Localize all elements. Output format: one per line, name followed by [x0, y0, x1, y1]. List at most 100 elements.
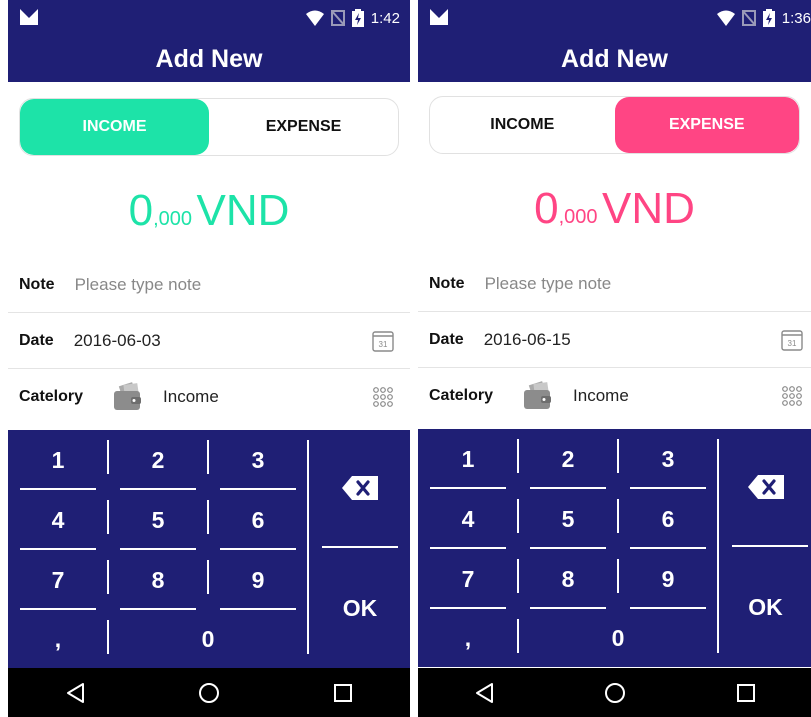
key-5[interactable]: 5 — [108, 490, 208, 550]
date-label: Date — [19, 331, 54, 349]
category-label: Catelory — [19, 387, 84, 405]
key-2[interactable]: 2 — [108, 430, 208, 490]
key-6[interactable]: 6 — [208, 490, 308, 550]
category-row[interactable]: Catelory Income — [8, 369, 410, 424]
key-8[interactable]: 8 — [108, 550, 208, 610]
nav-back-button[interactable] — [469, 678, 499, 708]
note-input[interactable]: Please type note — [485, 274, 612, 294]
key-5[interactable]: 5 — [518, 489, 618, 549]
key-3[interactable]: 3 — [208, 430, 308, 490]
nav-home-icon — [199, 682, 219, 703]
nav-back-button[interactable] — [60, 678, 90, 708]
nav-back-icon — [475, 682, 493, 703]
app-logo-icon — [20, 9, 38, 25]
note-label: Note — [429, 274, 465, 292]
expense-tab[interactable]: EXPENSE — [209, 99, 398, 155]
date-value[interactable]: 2016-06-15 — [484, 330, 571, 350]
nav-back-icon — [67, 682, 84, 703]
screen-income: 1:42 Add New INCOME EXPENSE 0,000 VND No… — [8, 0, 410, 717]
backspace-icon — [342, 476, 378, 500]
amount-display: 0,000 VND — [418, 184, 811, 234]
status-bar: 1:42 — [8, 0, 410, 36]
key-0[interactable]: 0 — [518, 609, 718, 667]
grid-icon[interactable] — [781, 385, 803, 407]
ok-button[interactable]: OK — [720, 547, 811, 667]
key-4[interactable]: 4 — [8, 490, 108, 550]
income-tab[interactable]: INCOME — [20, 99, 209, 155]
screen-expense: 1:36 Add New INCOME EXPENSE 0,000 VND No… — [418, 0, 811, 717]
wallet-icon — [524, 380, 552, 409]
battery-charging-icon — [762, 9, 775, 27]
note-input[interactable]: Please type note — [75, 275, 202, 295]
backspace-button[interactable] — [720, 429, 811, 545]
page-title: Add New — [418, 36, 811, 82]
svg-text:31: 31 — [379, 340, 388, 349]
amount-value: 0 — [534, 184, 559, 233]
amount-suffix: ,000 — [153, 208, 193, 230]
calendar-icon[interactable]: 31 — [372, 330, 394, 352]
wifi-icon — [716, 10, 735, 26]
calendar-icon[interactable]: 31 — [781, 329, 803, 351]
grid-icon[interactable] — [372, 386, 394, 408]
note-label: Note — [19, 275, 55, 293]
numeric-keypad: 1 2 3 4 5 6 7 8 9 , 0 OK — [418, 429, 811, 667]
key-1[interactable]: 1 — [8, 430, 108, 490]
nav-recents-icon — [334, 683, 352, 702]
key-9[interactable]: 9 — [618, 549, 718, 609]
key-comma[interactable]: , — [418, 609, 518, 667]
numeric-keypad: 1 2 3 4 5 6 7 8 9 , 0 OK — [8, 430, 410, 668]
nav-recents-icon — [736, 683, 755, 702]
key-6[interactable]: 6 — [618, 489, 718, 549]
key-3[interactable]: 3 — [618, 429, 718, 489]
wifi-icon — [305, 10, 324, 26]
amount-suffix: ,000 — [558, 206, 598, 228]
note-row[interactable]: Note Please type note — [8, 257, 410, 313]
key-8[interactable]: 8 — [518, 549, 618, 609]
type-toggle: INCOME EXPENSE — [19, 98, 399, 156]
income-tab[interactable]: INCOME — [430, 97, 615, 153]
date-label: Date — [429, 330, 464, 348]
date-row[interactable]: Date 2016-06-15 31 — [418, 312, 811, 368]
key-2[interactable]: 2 — [518, 429, 618, 489]
battery-charging-icon — [351, 9, 364, 27]
date-value[interactable]: 2016-06-03 — [74, 331, 161, 351]
system-navbar — [8, 668, 410, 717]
key-comma[interactable]: , — [8, 610, 108, 668]
amount-currency: VND — [196, 186, 290, 235]
wallet-icon — [114, 381, 142, 410]
note-row[interactable]: Note Please type note — [418, 256, 811, 312]
category-value[interactable]: Income — [573, 386, 629, 406]
status-time: 1:42 — [370, 9, 400, 27]
nav-home-button[interactable] — [194, 678, 224, 708]
nav-recents-button[interactable] — [328, 678, 358, 708]
svg-text:31: 31 — [788, 339, 797, 348]
category-value[interactable]: Income — [163, 387, 219, 407]
category-row[interactable]: Catelory Income — [418, 368, 811, 423]
status-bar: 1:36 — [418, 0, 811, 36]
key-9[interactable]: 9 — [208, 550, 308, 610]
amount-value: 0 — [128, 186, 154, 235]
no-signal-icon — [330, 10, 345, 26]
app-logo-icon — [430, 9, 448, 25]
nav-home-icon — [604, 682, 625, 703]
backspace-icon — [747, 475, 784, 499]
nav-home-button[interactable] — [600, 678, 630, 708]
category-label: Catelory — [429, 386, 494, 404]
type-toggle: INCOME EXPENSE — [429, 96, 800, 154]
date-row[interactable]: Date 2016-06-03 31 — [8, 313, 410, 369]
nav-recents-button[interactable] — [731, 678, 761, 708]
key-4[interactable]: 4 — [418, 489, 518, 549]
key-1[interactable]: 1 — [418, 429, 518, 489]
system-navbar — [418, 668, 811, 717]
key-0[interactable]: 0 — [108, 610, 308, 668]
amount-display: 0,000 VND — [8, 186, 410, 236]
no-signal-icon — [741, 10, 756, 26]
key-7[interactable]: 7 — [8, 550, 108, 610]
page-title: Add New — [8, 36, 410, 82]
ok-button[interactable]: OK — [310, 548, 410, 668]
key-7[interactable]: 7 — [418, 549, 518, 609]
expense-tab[interactable]: EXPENSE — [614, 97, 799, 153]
backspace-button[interactable] — [310, 430, 410, 546]
amount-currency: VND — [601, 184, 695, 233]
status-time: 1:36 — [781, 9, 811, 27]
